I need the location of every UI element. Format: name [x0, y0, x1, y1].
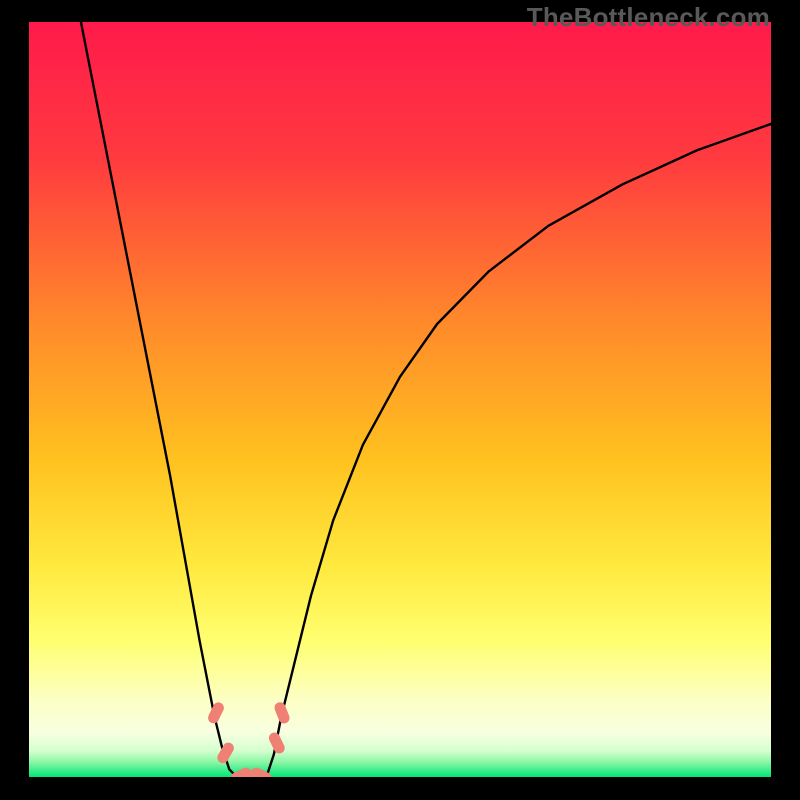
plot-frame: [29, 22, 771, 777]
plot-svg: [29, 22, 771, 777]
gradient-background: [29, 22, 771, 777]
